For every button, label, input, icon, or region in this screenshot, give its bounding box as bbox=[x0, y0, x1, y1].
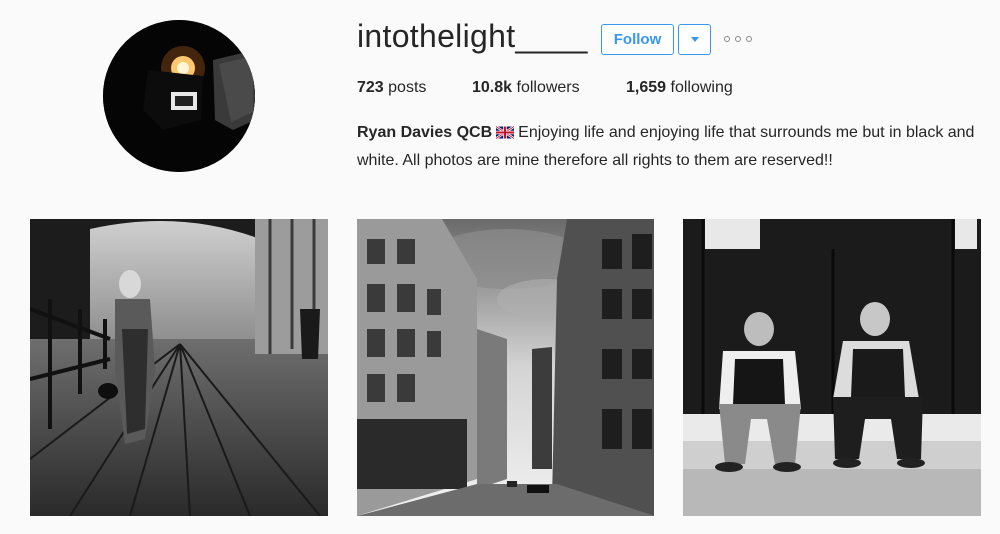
posts-label: posts bbox=[388, 79, 427, 96]
profile-bio: Ryan Davies QCB Enjoying life and enjoyi… bbox=[357, 120, 987, 174]
profile-stats: 723 posts 10.8k followers 1,659 followin… bbox=[357, 79, 733, 97]
posts-count: 723 bbox=[357, 79, 384, 96]
dot bbox=[735, 36, 741, 42]
posts-stat: 723 posts bbox=[357, 79, 472, 97]
post-thumbnail[interactable] bbox=[683, 219, 982, 516]
following-count: 1,659 bbox=[626, 79, 667, 96]
following-stat[interactable]: 1,659 following bbox=[626, 79, 733, 97]
profile-username: intothelight____ bbox=[357, 18, 588, 54]
follow-options-button[interactable] bbox=[678, 24, 711, 55]
profile-full-name: Ryan Davies QCB bbox=[357, 124, 493, 141]
followers-stat[interactable]: 10.8k followers bbox=[472, 79, 626, 97]
post-thumbnail[interactable] bbox=[30, 219, 328, 516]
followers-label: followers bbox=[516, 79, 580, 96]
photo-grid bbox=[30, 219, 982, 516]
profile-avatar bbox=[103, 20, 255, 172]
following-label: following bbox=[670, 79, 733, 96]
followers-count: 10.8k bbox=[472, 79, 513, 96]
caret-down-icon bbox=[690, 37, 699, 42]
more-options-icon[interactable] bbox=[724, 30, 752, 48]
follow-button[interactable]: Follow bbox=[601, 24, 674, 55]
dot bbox=[724, 36, 730, 42]
post-thumbnail[interactable] bbox=[356, 219, 655, 516]
dot bbox=[746, 36, 752, 42]
uk-flag-icon bbox=[495, 122, 515, 148]
